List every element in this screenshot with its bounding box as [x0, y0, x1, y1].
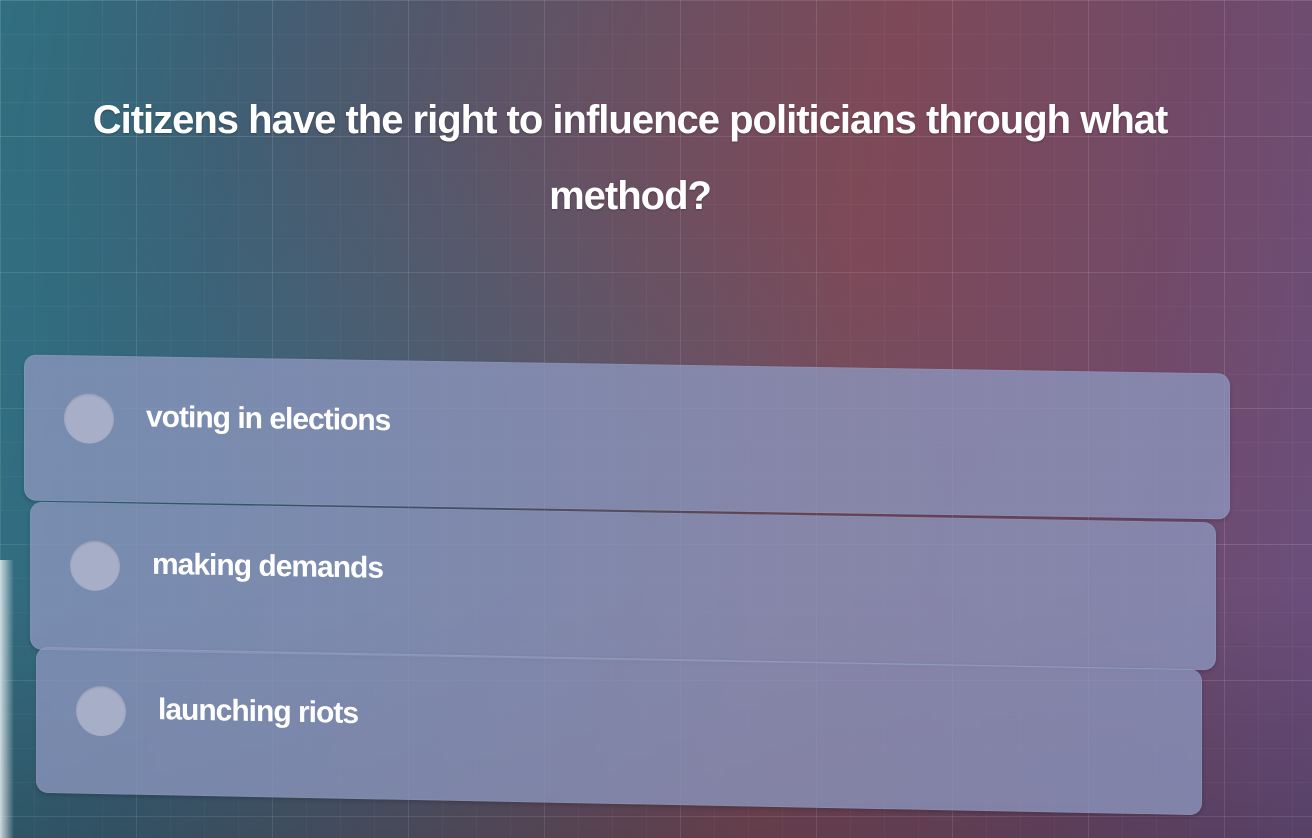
answer-option-label: launching riots — [158, 693, 359, 730]
radio-circle-icon[interactable] — [76, 685, 126, 737]
answer-option-label: making demands — [152, 547, 384, 585]
answer-option-making-demands[interactable]: making demands — [30, 501, 1216, 671]
answer-options: voting in elections making demands launc… — [0, 0, 1312, 838]
radio-circle-icon[interactable] — [70, 540, 120, 592]
answer-option-voting-in-elections[interactable]: voting in elections — [24, 354, 1230, 520]
answer-option-launching-riots[interactable]: launching riots — [36, 646, 1202, 816]
answer-option-label: voting in elections — [146, 400, 391, 438]
radio-circle-icon[interactable] — [64, 393, 114, 444]
